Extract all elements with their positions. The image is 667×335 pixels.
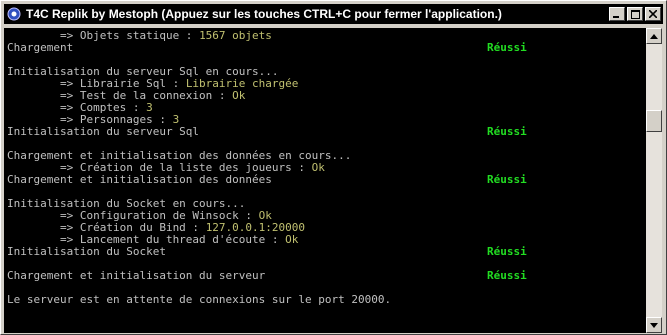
console-line-value: Ok xyxy=(311,161,325,174)
arrow-down-icon xyxy=(650,322,658,328)
status-success: Réussi xyxy=(487,41,527,54)
status-success: Réussi xyxy=(487,269,527,282)
status-success: Réussi xyxy=(487,125,527,138)
console-app-icon[interactable] xyxy=(6,6,22,22)
console-line-text: Chargement et initialisation du serveur xyxy=(7,269,266,282)
console-line-text: Chargement xyxy=(7,41,74,54)
window-title: T4C Replik by Mestoph (Appuez sur les to… xyxy=(26,7,502,21)
console-line: Chargement et initialisation des données xyxy=(7,174,272,186)
title-bar[interactable]: T4C Replik by Mestoph (Appuez sur les to… xyxy=(4,4,663,24)
console-line-value: 1567 objets xyxy=(199,29,272,42)
console-line-text: Le serveur est en attente de connexions … xyxy=(7,293,392,306)
console-line: Le serveur est en attente de connexions … xyxy=(7,294,391,306)
arrow-up-icon xyxy=(650,33,658,39)
minimize-icon xyxy=(613,16,619,18)
minimize-button[interactable] xyxy=(609,7,625,21)
close-icon xyxy=(649,10,657,18)
console-line: Chargement et initialisation du serveur xyxy=(7,270,265,282)
scroll-up-button[interactable] xyxy=(646,28,662,44)
close-button[interactable] xyxy=(645,7,661,21)
maximize-icon xyxy=(630,9,640,19)
scroll-down-button[interactable] xyxy=(646,317,662,333)
console-line: Chargement xyxy=(7,42,73,54)
maximize-button[interactable] xyxy=(627,7,643,21)
console-line-text: Chargement et initialisation des données xyxy=(7,173,272,186)
console-output[interactable]: => Objets statique : 1567 objets Chargeme… xyxy=(4,28,646,333)
scrollbar-thumb[interactable] xyxy=(646,110,662,132)
vertical-scrollbar[interactable] xyxy=(646,28,662,333)
console-line-text: Initialisation du Socket xyxy=(7,245,166,258)
status-success: Réussi xyxy=(487,173,527,186)
status-success: Réussi xyxy=(487,245,527,258)
console-line-text: Initialisation du serveur Sql xyxy=(7,125,200,138)
console-line: Initialisation du Socket xyxy=(7,246,166,258)
console-window: T4C Replik by Mestoph (Appuez sur les to… xyxy=(0,0,667,335)
console-line-value: Ok xyxy=(232,89,246,102)
console-line-value: Ok xyxy=(285,233,299,246)
console-line: Initialisation du serveur Sql xyxy=(7,126,199,138)
